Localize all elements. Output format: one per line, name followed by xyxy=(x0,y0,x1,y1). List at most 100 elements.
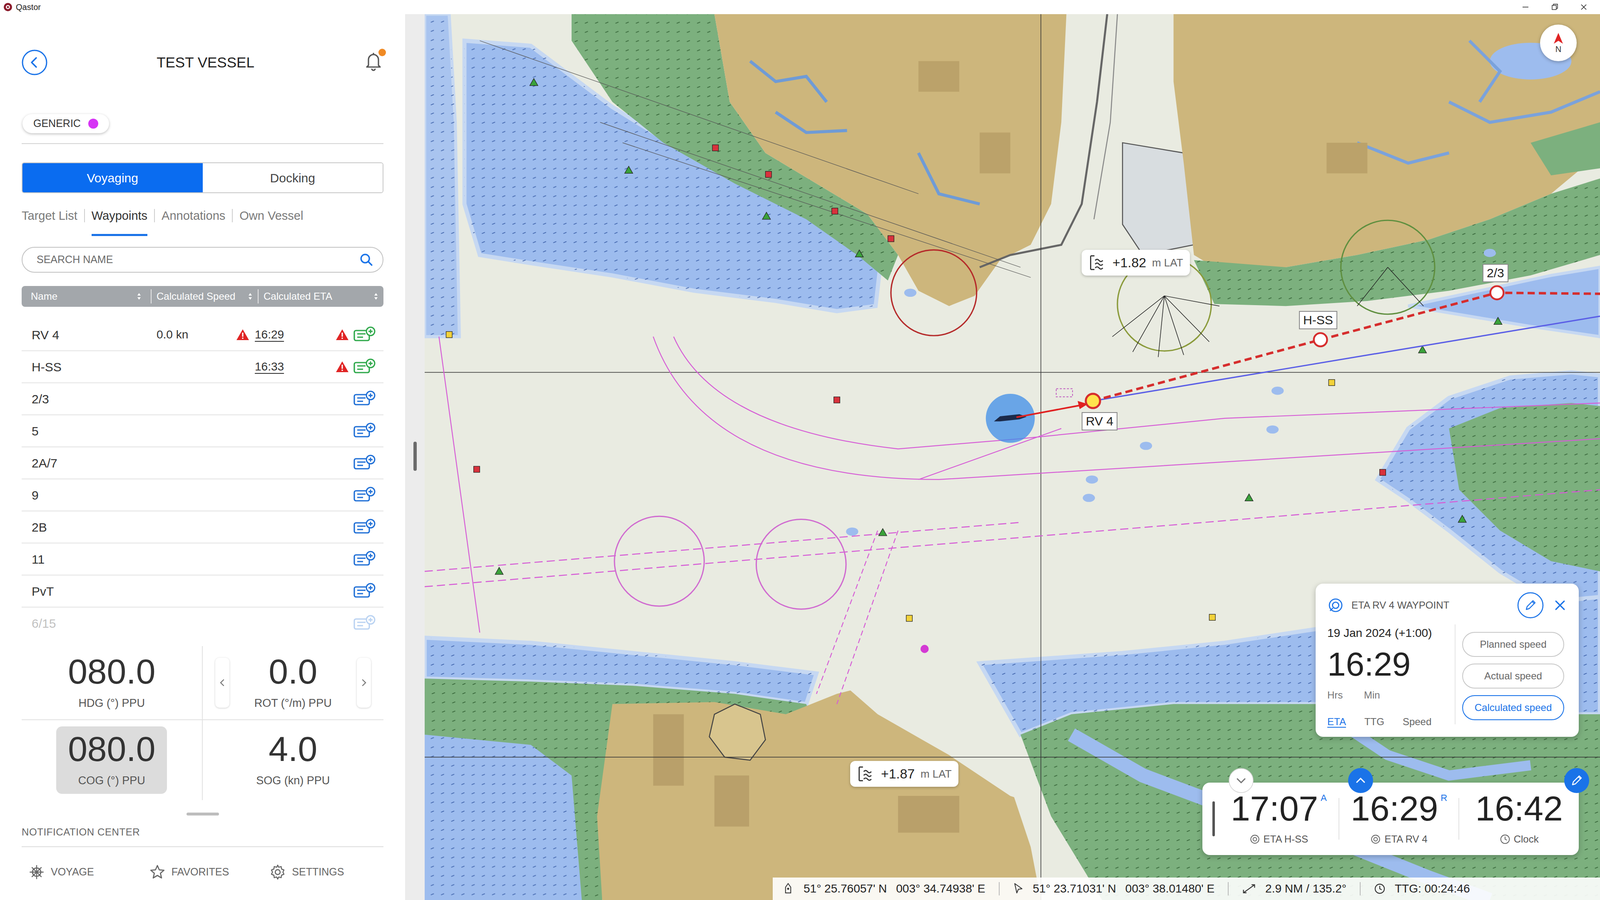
chevron-up-icon[interactable] xyxy=(1348,768,1374,794)
instrument-readout[interactable]: 080.0HDG (°) PPU xyxy=(56,649,167,717)
profile-label[interactable]: GENERIC xyxy=(33,115,81,132)
sort-icon[interactable] xyxy=(247,292,253,301)
speed-option-button[interactable]: Actual speed xyxy=(1462,663,1565,689)
speed-option-button[interactable]: Planned speed xyxy=(1462,632,1565,657)
route-icon[interactable] xyxy=(351,390,379,408)
column-header[interactable]: Calculated ETA xyxy=(258,286,384,307)
route-icon[interactable] xyxy=(351,550,379,568)
route-icon[interactable] xyxy=(351,358,379,376)
sub-tab[interactable]: Target List xyxy=(21,208,78,237)
column-label[interactable]: Name xyxy=(30,288,58,304)
pen-icon[interactable] xyxy=(1564,768,1590,794)
restore-icon[interactable] xyxy=(1550,2,1560,12)
north-label[interactable]: N xyxy=(1555,44,1562,54)
tide-label[interactable]: +1.82m LAT xyxy=(1081,249,1190,276)
speed-option-label[interactable]: Actual speed xyxy=(1484,668,1543,684)
route-icon[interactable] xyxy=(351,614,379,632)
waypoint-row[interactable]: 2/3 xyxy=(21,383,384,416)
waypoint-label[interactable]: 2/3 xyxy=(1482,263,1509,283)
route-icon[interactable] xyxy=(351,518,379,536)
speed-option-label[interactable]: Planned speed xyxy=(1479,637,1547,652)
speed-option-button[interactable]: Calculated speed xyxy=(1462,695,1565,721)
instrument-readout[interactable]: 4.0SOG (kn) PPU xyxy=(244,726,342,795)
column-header[interactable]: Calculated Speed xyxy=(151,286,258,307)
tide-label[interactable]: +1.87m LAT xyxy=(850,761,959,787)
nav-item[interactable]: FAVORITES xyxy=(142,863,264,881)
waypoint-row[interactable]: 11 xyxy=(21,543,384,576)
mode-tab[interactable]: Docking xyxy=(202,163,384,193)
waypoint-name[interactable]: 5 xyxy=(31,421,153,441)
instrument-readout[interactable]: 080.0COG (°) PPU xyxy=(56,726,167,795)
column-header[interactable]: Name xyxy=(21,286,151,307)
nav-label[interactable]: FAVORITES xyxy=(171,864,229,881)
waypoint-row[interactable]: 5 xyxy=(21,415,384,448)
eta-card-tab[interactable]: Speed xyxy=(1402,714,1432,730)
sub-tab-label[interactable]: Annotations xyxy=(161,209,226,223)
route-icon[interactable] xyxy=(351,422,379,440)
waypoint-row[interactable]: H-SS16:33 xyxy=(21,351,384,384)
notifications-button[interactable] xyxy=(363,50,384,75)
waypoint-name[interactable]: RV 4 xyxy=(31,325,153,345)
search-icon[interactable] xyxy=(359,252,374,267)
splitter[interactable] xyxy=(405,14,425,900)
eta-card-tab[interactable]: TTG xyxy=(1364,714,1385,730)
column-label[interactable]: Calculated ETA xyxy=(263,288,333,304)
waypoint-row[interactable]: 6/15 xyxy=(21,607,384,638)
sub-tab-label[interactable]: Waypoints xyxy=(91,209,148,223)
waypoint-name[interactable]: 6/15 xyxy=(31,614,153,633)
drawer-handle[interactable] xyxy=(186,812,219,816)
route-icon[interactable] xyxy=(351,326,379,344)
nav-item[interactable]: VOYAGE xyxy=(21,863,143,881)
chart-view[interactable]: N+1.82m LAT+1.87m LATRV 4H-SS2/3ETA RV 4… xyxy=(424,14,1600,900)
route-icon[interactable] xyxy=(351,582,379,600)
north-arrow-icon[interactable] xyxy=(1552,32,1564,45)
waypoint-row[interactable]: 2A/7 xyxy=(21,447,384,480)
waypoint-name[interactable]: 2/3 xyxy=(31,389,153,409)
chevron-left-icon[interactable] xyxy=(215,657,230,708)
waypoint-label[interactable]: RV 4 xyxy=(1081,412,1118,431)
nav-label[interactable]: SETTINGS xyxy=(291,864,344,881)
eta-card-tab[interactable]: ETA xyxy=(1327,714,1347,730)
waypoint-name[interactable]: 11 xyxy=(31,549,153,569)
back-icon[interactable] xyxy=(21,49,48,76)
waypoint-row[interactable]: 9 xyxy=(21,479,384,512)
sub-tab-label[interactable]: Target List xyxy=(21,209,78,223)
waypoint-name[interactable]: PvT xyxy=(31,582,153,601)
edit-icon[interactable] xyxy=(1517,592,1544,619)
sort-icon[interactable] xyxy=(136,292,142,301)
close-icon[interactable] xyxy=(1579,2,1589,12)
star-icon[interactable] xyxy=(149,863,166,881)
waypoint-name[interactable]: 2B xyxy=(31,517,153,537)
profile-chip[interactable]: GENERIC xyxy=(22,114,110,134)
nav-item[interactable]: SETTINGS xyxy=(262,863,384,881)
close-card-icon[interactable] xyxy=(1552,598,1568,613)
waypoint-label[interactable]: H-SS xyxy=(1298,311,1338,330)
voyage-icon[interactable] xyxy=(28,863,45,881)
nav-label[interactable]: VOYAGE xyxy=(50,864,95,881)
route-icon[interactable] xyxy=(351,486,379,504)
search-input[interactable] xyxy=(36,251,360,268)
waypoint-row[interactable]: RV 40.0 kn16:29 xyxy=(21,319,384,352)
sub-tab[interactable]: Own Vessel xyxy=(239,208,304,237)
time-item[interactable]: 16:29RETA RV 4 xyxy=(1339,782,1459,856)
mode-tab-label[interactable]: Docking xyxy=(270,168,316,188)
sub-tab[interactable]: Waypoints xyxy=(91,208,148,237)
route-icon[interactable] xyxy=(351,454,379,472)
chevron-right-icon[interactable] xyxy=(356,657,371,708)
mode-tab-label[interactable]: Voyaging xyxy=(87,168,139,188)
search-field[interactable] xyxy=(21,246,384,273)
waypoint-name[interactable]: 9 xyxy=(31,485,153,505)
waypoint-eta[interactable]: 16:33 xyxy=(254,360,284,374)
speed-option-label[interactable]: Calculated speed xyxy=(1474,700,1552,716)
minimize-icon[interactable] xyxy=(1520,2,1531,12)
instrument-readout[interactable]: 0.0ROT (°/m) PPU xyxy=(242,649,344,717)
time-item[interactable]: 17:07AETA H-SS xyxy=(1219,782,1339,856)
sub-tab-label[interactable]: Own Vessel xyxy=(239,209,304,223)
waypoint-eta[interactable]: 16:29 xyxy=(254,328,284,341)
column-label[interactable]: Calculated Speed xyxy=(156,288,236,304)
nautical-chart[interactable] xyxy=(424,14,1600,900)
gear-icon[interactable] xyxy=(269,863,287,881)
splitter-handle[interactable] xyxy=(413,441,417,471)
time-bar-grip[interactable] xyxy=(1212,801,1215,837)
mode-tab[interactable]: Voyaging xyxy=(22,163,203,193)
